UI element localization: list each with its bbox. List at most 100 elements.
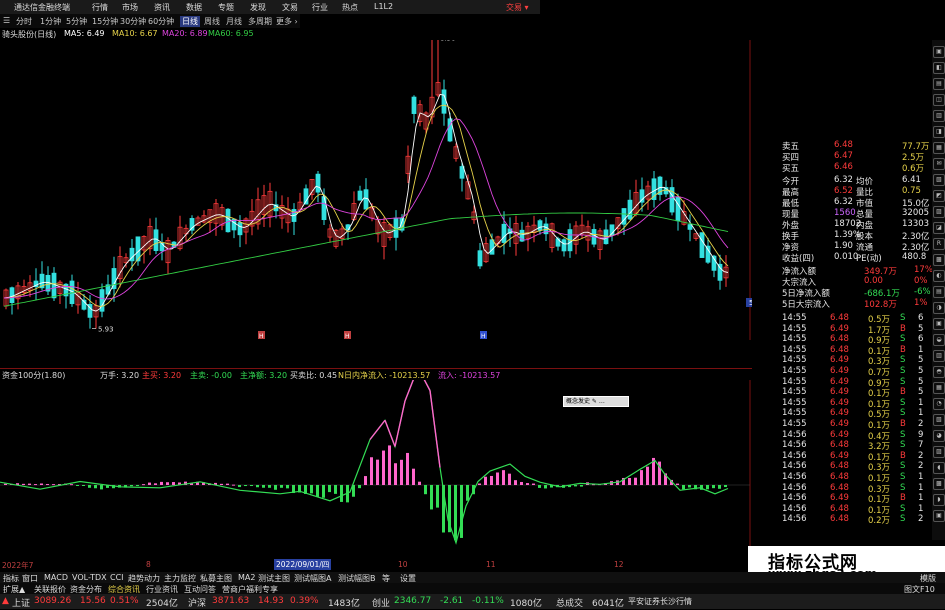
tool-icon-16[interactable]: ▤ [933,286,945,298]
tick-count: 1 [918,503,924,514]
flow-bar [646,466,649,485]
quote-row: 14:55 6.49 0.9万 S 5 [752,376,928,389]
menu-item[interactable]: 市场 [122,2,138,13]
flow-bar [220,483,223,485]
tool-icon-29[interactable]: ◗ [933,494,945,506]
menu-item[interactable]: 资讯 [154,2,170,13]
index-name[interactable]: 创业 [372,596,390,609]
tick-price: 6.49 [830,355,849,366]
tab-indicator[interactable]: VOL-TDX [72,573,107,582]
tool-icon-25[interactable]: ◕ [933,430,945,442]
tick-time: 14:56 [782,440,807,451]
flow-bar [520,481,523,485]
tool-icon-17[interactable]: ◑ [933,302,945,314]
tick-direction: S [900,376,906,387]
cumulative-line-positive [404,380,414,402]
tab-more[interactable]: 更多 › [276,16,298,27]
tab-period[interactable]: 分时 [16,16,32,27]
tool-icon-8[interactable]: ✉ [933,158,945,170]
list-icon[interactable]: ☰ [3,16,10,25]
menu-item[interactable]: 数据 [186,2,202,13]
tool-icon-15[interactable]: ◐ [933,270,945,282]
tool-icon-20[interactable]: ▥ [933,350,945,362]
tab-period[interactable]: 多周期 [248,16,272,27]
tool-icon-26[interactable]: ▨ [933,446,945,458]
quote-value: 480.8 [902,252,927,262]
tick-count: 2 [918,461,924,472]
menu-item[interactable]: 发现 [250,2,266,13]
index-change: 14.93 [258,596,284,606]
tool-icon-11[interactable]: ▨ [933,206,945,218]
quote-price: 6.48 [834,140,853,150]
quote-row: 净资 1.90 流通 2.30亿 [752,241,929,253]
quote-price: 6.47 [834,151,853,161]
trade-menu[interactable]: 交易 ▾ [506,2,529,13]
menu-item[interactable]: 热点 [342,2,358,13]
tab-period[interactable]: 60分钟 [148,16,174,27]
tool-icon-3[interactable]: ▤ [933,78,945,90]
quote-row: 14:56 6.48 0.1万 S 1 [752,503,928,516]
tool-icon-27[interactable]: ◖ [933,462,945,474]
tool-icon-21[interactable]: ◓ [933,366,945,378]
low-label: 5.93 [98,326,114,334]
tab-indicator[interactable]: MA2 [238,573,255,582]
tool-icon-28[interactable]: ▩ [933,478,945,490]
index-name[interactable]: 沪深 [188,596,206,609]
tick-direction: S [900,313,906,323]
candle-body [363,189,369,210]
menu-item[interactable]: L1L2 [374,2,393,11]
date-label: 11 [486,560,496,569]
flow-bar [436,485,439,508]
period-toolbar: ☰ 分时 1分钟 5分钟 15分钟 30分钟 60分钟 日线 周线 月线 多周期… [0,14,300,28]
tool-icon-19[interactable]: ◒ [933,334,945,346]
tool-icon-10[interactable]: ◩ [933,190,945,202]
quote-row: 14:56 6.48 0.1万 S 1 [752,472,928,484]
tab-period[interactable]: 月线 [226,16,242,27]
tick-price: 6.49 [830,397,849,408]
tool-icon-5[interactable]: ▥ [933,110,945,122]
menu-item[interactable]: 行情 [92,2,108,13]
indicator-chart[interactable]: 300002500020000150001000050000-5000-1000… [0,380,752,558]
tab-period[interactable]: 周线 [204,16,220,27]
date-label: 2022年7 [2,561,34,570]
tool-icon-1[interactable]: ▣ [933,46,945,58]
flow-bar [544,485,547,489]
tool-icon-2[interactable]: ◧ [933,62,945,74]
tick-price: 6.48 [830,313,849,323]
flow-bar [394,463,397,485]
tool-icon-9[interactable]: ▧ [933,174,945,186]
menu-item[interactable]: 专题 [218,2,234,13]
event-marker-label: H [345,333,350,340]
index-name[interactable]: 上证 [12,596,30,609]
tool-icon-24[interactable]: ▧ [933,414,945,426]
tab-period[interactable]: 5分钟 [66,16,87,27]
tab-indicator[interactable]: CCI [110,573,124,582]
tick-time: 14:55 [782,323,807,334]
tab-period[interactable]: 1分钟 [40,16,61,27]
tab-indicator[interactable]: MACD [44,573,68,582]
menu-item[interactable]: 文易 [282,2,298,13]
tab-period[interactable]: 15分钟 [92,16,118,27]
quote-value: 1.90 [834,241,853,251]
tool-icon-6[interactable]: ◨ [933,126,945,138]
candlestick-chart[interactable]: 7.407.207.006.806.606.406.205.968.505.93… [0,40,752,340]
tool-icon-4[interactable]: ◫ [933,94,945,106]
tick-count: 2 [918,514,924,525]
chart-tooltip[interactable]: 概念发史 ✎ … [563,396,629,407]
tick-price: 6.48 [830,344,849,355]
tool-icon-23[interactable]: ◔ [933,398,945,410]
quote-value: 1560 [834,208,856,218]
tool-icon-22[interactable]: ▦ [933,382,945,394]
menu-item[interactable]: 行业 [312,2,328,13]
flow-bar [76,485,79,486]
tool-icon-12[interactable]: ◪ [933,222,945,234]
candle-body [411,96,417,114]
tab-period[interactable]: 30分钟 [120,16,146,27]
tool-icon-18[interactable]: ▣ [933,318,945,330]
index-value: 3871.63 [212,596,250,606]
tool-icon-30[interactable]: ▣ [933,510,945,522]
tool-icon-7[interactable]: ▦ [933,142,945,154]
tool-icon-14[interactable]: ▩ [933,254,945,266]
tool-icon-13[interactable]: R [933,238,945,250]
tab-period-selected[interactable]: 日线 [180,16,200,27]
